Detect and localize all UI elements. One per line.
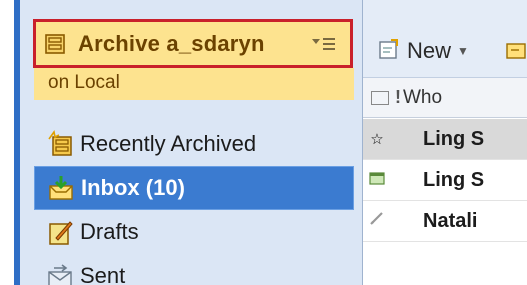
calendar-icon xyxy=(363,171,391,189)
folder-sent[interactable]: Sent xyxy=(34,254,354,285)
drafts-icon xyxy=(46,218,74,246)
recent-archive-icon xyxy=(46,130,74,158)
sent-icon xyxy=(46,262,74,285)
message-from: Natali xyxy=(423,209,478,232)
archive-database-icon xyxy=(44,33,66,55)
envelope-icon xyxy=(371,90,389,105)
new-button-label: New xyxy=(407,38,452,63)
table-row[interactable]: ☆ Ling S xyxy=(363,119,527,160)
table-row[interactable]: Natali xyxy=(363,201,527,242)
inbox-icon xyxy=(47,174,75,202)
new-message-icon xyxy=(377,37,401,66)
message-panel: New ▼ ! Who ☆ Ling S Ling S Natali xyxy=(363,0,527,285)
toolbar: New ▼ xyxy=(363,0,527,78)
archive-header[interactable]: Archive a_sdaryn xyxy=(33,19,353,68)
importance-icon: ! xyxy=(395,87,401,107)
folder-label: Drafts xyxy=(80,219,139,244)
new-button[interactable]: New ▼ xyxy=(377,36,469,66)
folder-label: Recently Archived xyxy=(80,131,257,156)
menu-icon[interactable] xyxy=(310,34,338,54)
window-edge xyxy=(0,0,20,285)
navigation-sidebar: Archive a_sdaryn on Local Recently Archi… xyxy=(20,0,363,285)
message-from: Ling S xyxy=(423,127,485,150)
folder-list: Recently Archived Inbox (10) Drafts Sent xyxy=(34,100,354,285)
folder-recently-archived[interactable]: Recently Archived xyxy=(34,122,354,166)
star-icon: ☆ xyxy=(370,131,384,148)
folder-inbox[interactable]: Inbox (10) xyxy=(34,166,354,210)
archive-title: Archive a_sdaryn xyxy=(78,30,265,56)
chevron-down-icon[interactable]: ▼ xyxy=(457,44,469,58)
archive-location: on Local xyxy=(34,68,354,100)
folder-label: Sent xyxy=(80,263,126,285)
message-from: Ling S xyxy=(423,168,485,191)
folder-drafts[interactable]: Drafts xyxy=(34,210,354,254)
who-column-header[interactable]: Who xyxy=(403,87,442,109)
folder-label: Inbox (10) xyxy=(81,175,185,200)
reply-icon xyxy=(363,212,391,230)
list-column-header: ! Who xyxy=(363,78,527,118)
toolbar-action-icon[interactable] xyxy=(505,40,527,62)
table-row[interactable]: Ling S xyxy=(363,160,527,201)
